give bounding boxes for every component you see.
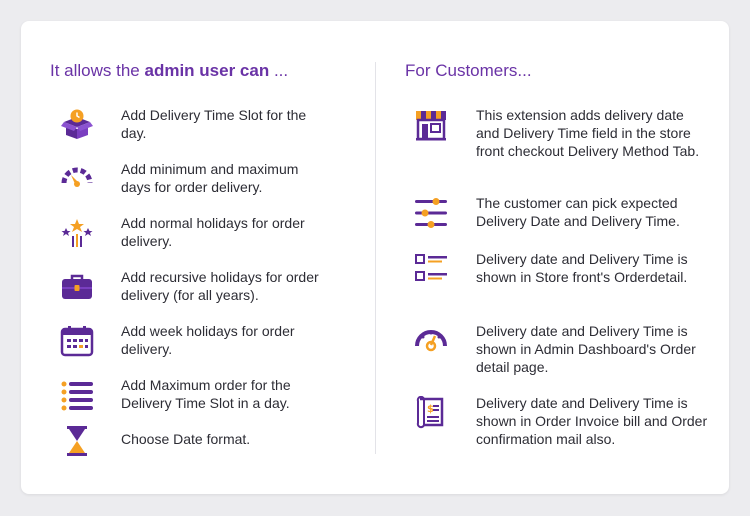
admin-feature-text: Add Maximum order for the Delivery Time …	[121, 377, 291, 411]
admin-feature-text: Choose Date format.	[121, 431, 251, 447]
admin-feature-text: Add normal holidays for order delivery.	[121, 215, 305, 249]
customer-feature-text: Delivery date and Delivery Time is shown…	[476, 323, 696, 375]
invoice-icon: $	[414, 396, 448, 430]
customer-feature-text: This extension adds delivery date and De…	[476, 107, 700, 159]
briefcase-icon	[60, 270, 94, 304]
svg-text:$: $	[427, 404, 434, 415]
admin-feature-text: Add recursive holidays for order deliver…	[121, 269, 319, 303]
customers-heading: For Customers...	[405, 61, 532, 80]
fireworks-icon	[60, 216, 94, 250]
sliders-icon	[414, 196, 448, 230]
dashboard-gauge-icon	[414, 324, 448, 358]
storefront-icon	[414, 108, 448, 142]
admin-feature-text: Add week holidays for order delivery.	[121, 323, 295, 357]
calendar-icon	[60, 324, 94, 358]
customer-feature-text: Delivery date and Delivery Time is shown…	[476, 251, 688, 285]
list-icon	[60, 378, 94, 412]
customer-feature-text: Delivery date and Delivery Time is shown…	[476, 395, 708, 447]
speedometer-icon	[60, 162, 94, 196]
delivery-box-clock-icon	[60, 108, 94, 142]
customer-feature-text: The customer can pick expected Delivery …	[476, 195, 680, 229]
admin-feature-text: Add Delivery Time Slot for the day.	[121, 107, 307, 141]
hourglass-icon	[60, 424, 94, 458]
checklist-icon	[414, 252, 448, 286]
column-divider	[375, 62, 376, 454]
admin-heading: It allows the admin user can ...	[50, 61, 289, 80]
admin-feature-text: Add minimum and maximum days for order d…	[121, 161, 299, 195]
